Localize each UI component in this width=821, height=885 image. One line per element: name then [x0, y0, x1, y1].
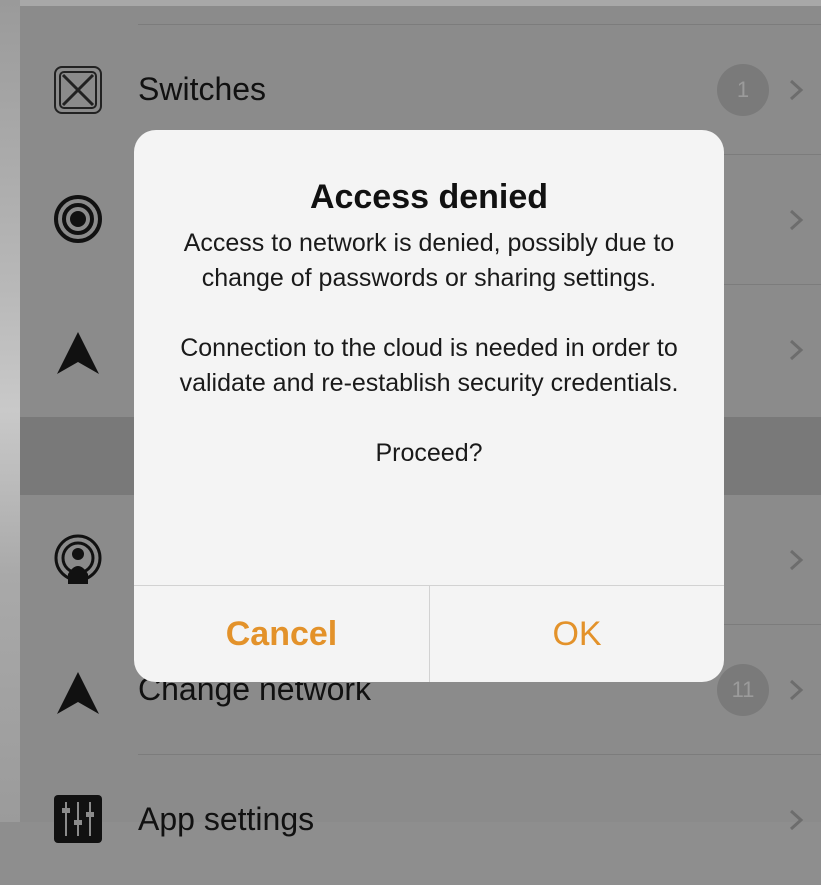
dialog-title: Access denied	[309, 178, 549, 216]
cancel-button[interactable]: Cancel	[134, 586, 429, 682]
list-item-label: App settings	[138, 801, 315, 837]
chevron-right-icon	[789, 79, 804, 101]
chevron-right-icon	[789, 339, 804, 361]
broadcast-person-icon	[52, 534, 104, 586]
sliders-icon	[52, 793, 104, 845]
dialog-message-paragraph: Connection to the cloud is needed in ord…	[179, 334, 679, 397]
navigation-arrow-icon	[52, 327, 104, 379]
background-edge	[0, 0, 20, 822]
dialog-message: Access to network is denied, possibly du…	[164, 226, 694, 471]
chevron-right-icon	[789, 209, 804, 231]
target-icon	[52, 193, 104, 245]
dialog-message-question: Proceed?	[375, 439, 483, 467]
navigation-arrow-icon	[52, 667, 104, 719]
switch-x-icon	[52, 64, 104, 116]
chevron-right-icon	[789, 809, 804, 831]
access-denied-dialog: Access denied Access to network is denie…	[134, 130, 724, 682]
list-item-app-settings[interactable]: App settings	[20, 755, 821, 885]
dialog-message-paragraph: Access to network is denied, possibly du…	[183, 229, 675, 292]
chevron-right-icon	[789, 549, 804, 571]
count-badge: 1	[717, 64, 769, 116]
ok-button[interactable]: OK	[430, 586, 724, 682]
list-item-label: Switches	[138, 71, 267, 107]
chevron-right-icon	[789, 679, 804, 701]
count-badge: 11	[717, 664, 769, 716]
